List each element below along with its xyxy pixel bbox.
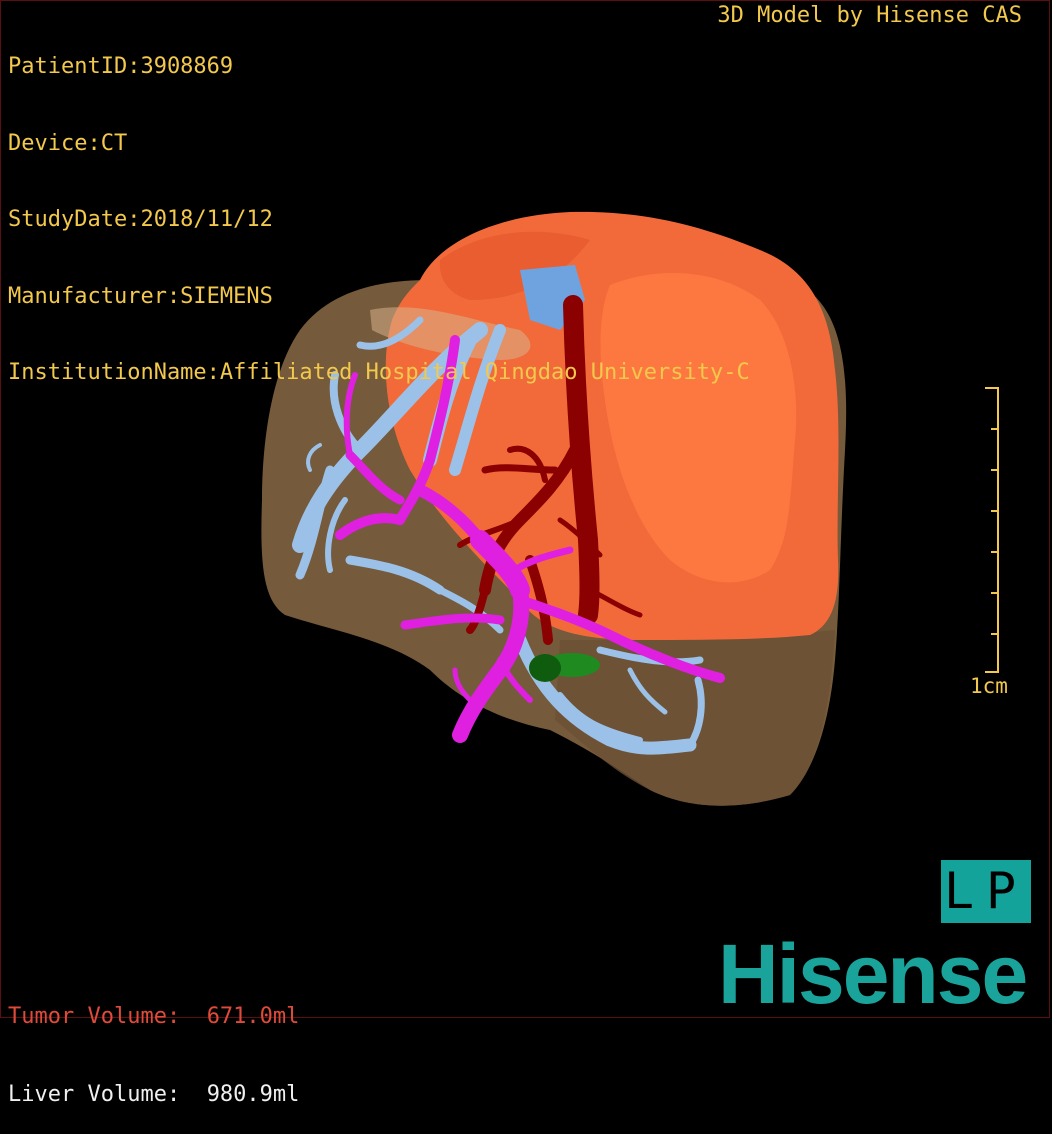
patient-id-text: PatientID:3908869	[8, 54, 234, 79]
tumor-volume-label: Tumor Volume:	[8, 1004, 181, 1029]
study-info-overlay: PatientID:3908869 Device:CT StudyDate:20…	[8, 3, 750, 411]
liver-volume-label: Liver Volume:	[8, 1082, 181, 1107]
orientation-marker: LP	[941, 860, 1031, 923]
tumor-volume-value: 671.0ml	[206, 1004, 300, 1029]
hisense-logo: Hisense	[718, 927, 1028, 1021]
scale-bar	[985, 385, 1001, 675]
liver-volume-row: Liver Volume: 980.9ml	[8, 1082, 299, 1108]
device-text: Device:CT	[8, 130, 128, 156]
scale-bar-label: 1cm	[970, 674, 1008, 698]
liver-lower-shadow	[555, 630, 835, 806]
institution-text: InstitutionName:Affiliated Hospital Qing…	[8, 360, 750, 385]
model-credit-text: 3D Model by Hisense CAS	[717, 3, 1022, 28]
study-date-text: StudyDate:2018/11/12	[8, 207, 273, 232]
tumor-volume-row: Tumor Volume: 671.0ml	[8, 1004, 299, 1030]
volume-readout: Tumor Volume: 671.0ml Liver Volume: 980.…	[8, 952, 299, 1134]
liver-volume-value: 980.9ml	[206, 1082, 300, 1107]
manufacturer-text: Manufacturer:SIEMENS	[8, 283, 273, 309]
